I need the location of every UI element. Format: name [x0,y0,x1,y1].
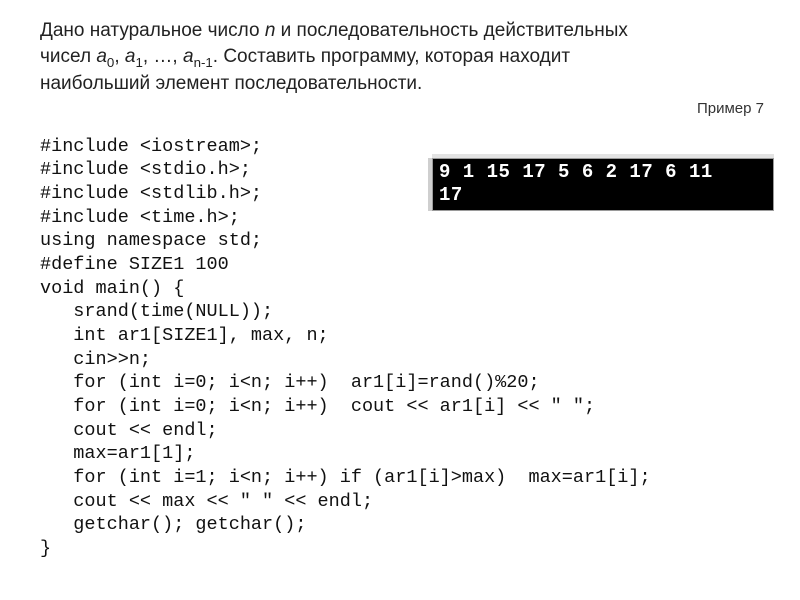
code-line: cin>>n; [40,349,151,370]
code-line: #include <iostream>; [40,136,262,157]
code-line: srand(time(NULL)); [40,301,273,322]
code-line: #include <time.h>; [40,207,240,228]
console-row: 17 [439,184,767,207]
console-output: 9 1 15 17 5 6 2 17 6 11 17 [432,158,774,211]
problem-line1-pre: Дано натуральное число [40,20,265,41]
code-line: for (int i=1; i<n; i++) if (ar1[i]>max) … [40,467,651,488]
code-line: void main() { [40,278,184,299]
seq-an1-a: a [183,46,194,67]
seq-a1-a: a [125,46,136,67]
code-line: cout << max << " " << endl; [40,491,373,512]
problem-line2-post: . Составить программу, которая находит [213,46,570,67]
console-row: 9 1 15 17 5 6 2 17 6 11 [439,161,767,184]
code-line: #include <stdio.h>; [40,159,251,180]
seq-comma1: , [114,46,125,67]
code-line: } [40,538,51,559]
seq-a0-a: a [96,46,107,67]
code-line: #include <stdlib.h>; [40,183,262,204]
seq-a1-sub: 1 [135,54,142,69]
problem-line1-mid: и последовательность действительных [275,20,628,41]
seq-ellipsis: , …, [143,46,183,67]
problem-statement: Дано натуральное число n и последователь… [40,18,772,97]
problem-line2-pre: чисел [40,46,96,67]
code-line: int ar1[SIZE1], max, n; [40,325,329,346]
code-line: using namespace std; [40,230,262,251]
code-line: #define SIZE1 100 [40,254,229,275]
seq-an1-sub: n-1 [194,54,213,69]
code-line: getchar(); getchar(); [40,514,306,535]
code-line: cout << endl; [40,420,218,441]
slide: Дано натуральное число n и последователь… [0,0,800,600]
example-number: Пример 7 [697,100,764,117]
code-line: for (int i=0; i<n; i++) cout << ar1[i] <… [40,396,595,417]
problem-line3: наибольший элемент последовательности. [40,73,422,94]
var-n: n [265,20,276,41]
code-line: for (int i=0; i<n; i++) ar1[i]=rand()%20… [40,372,540,393]
code-line: max=ar1[1]; [40,443,195,464]
